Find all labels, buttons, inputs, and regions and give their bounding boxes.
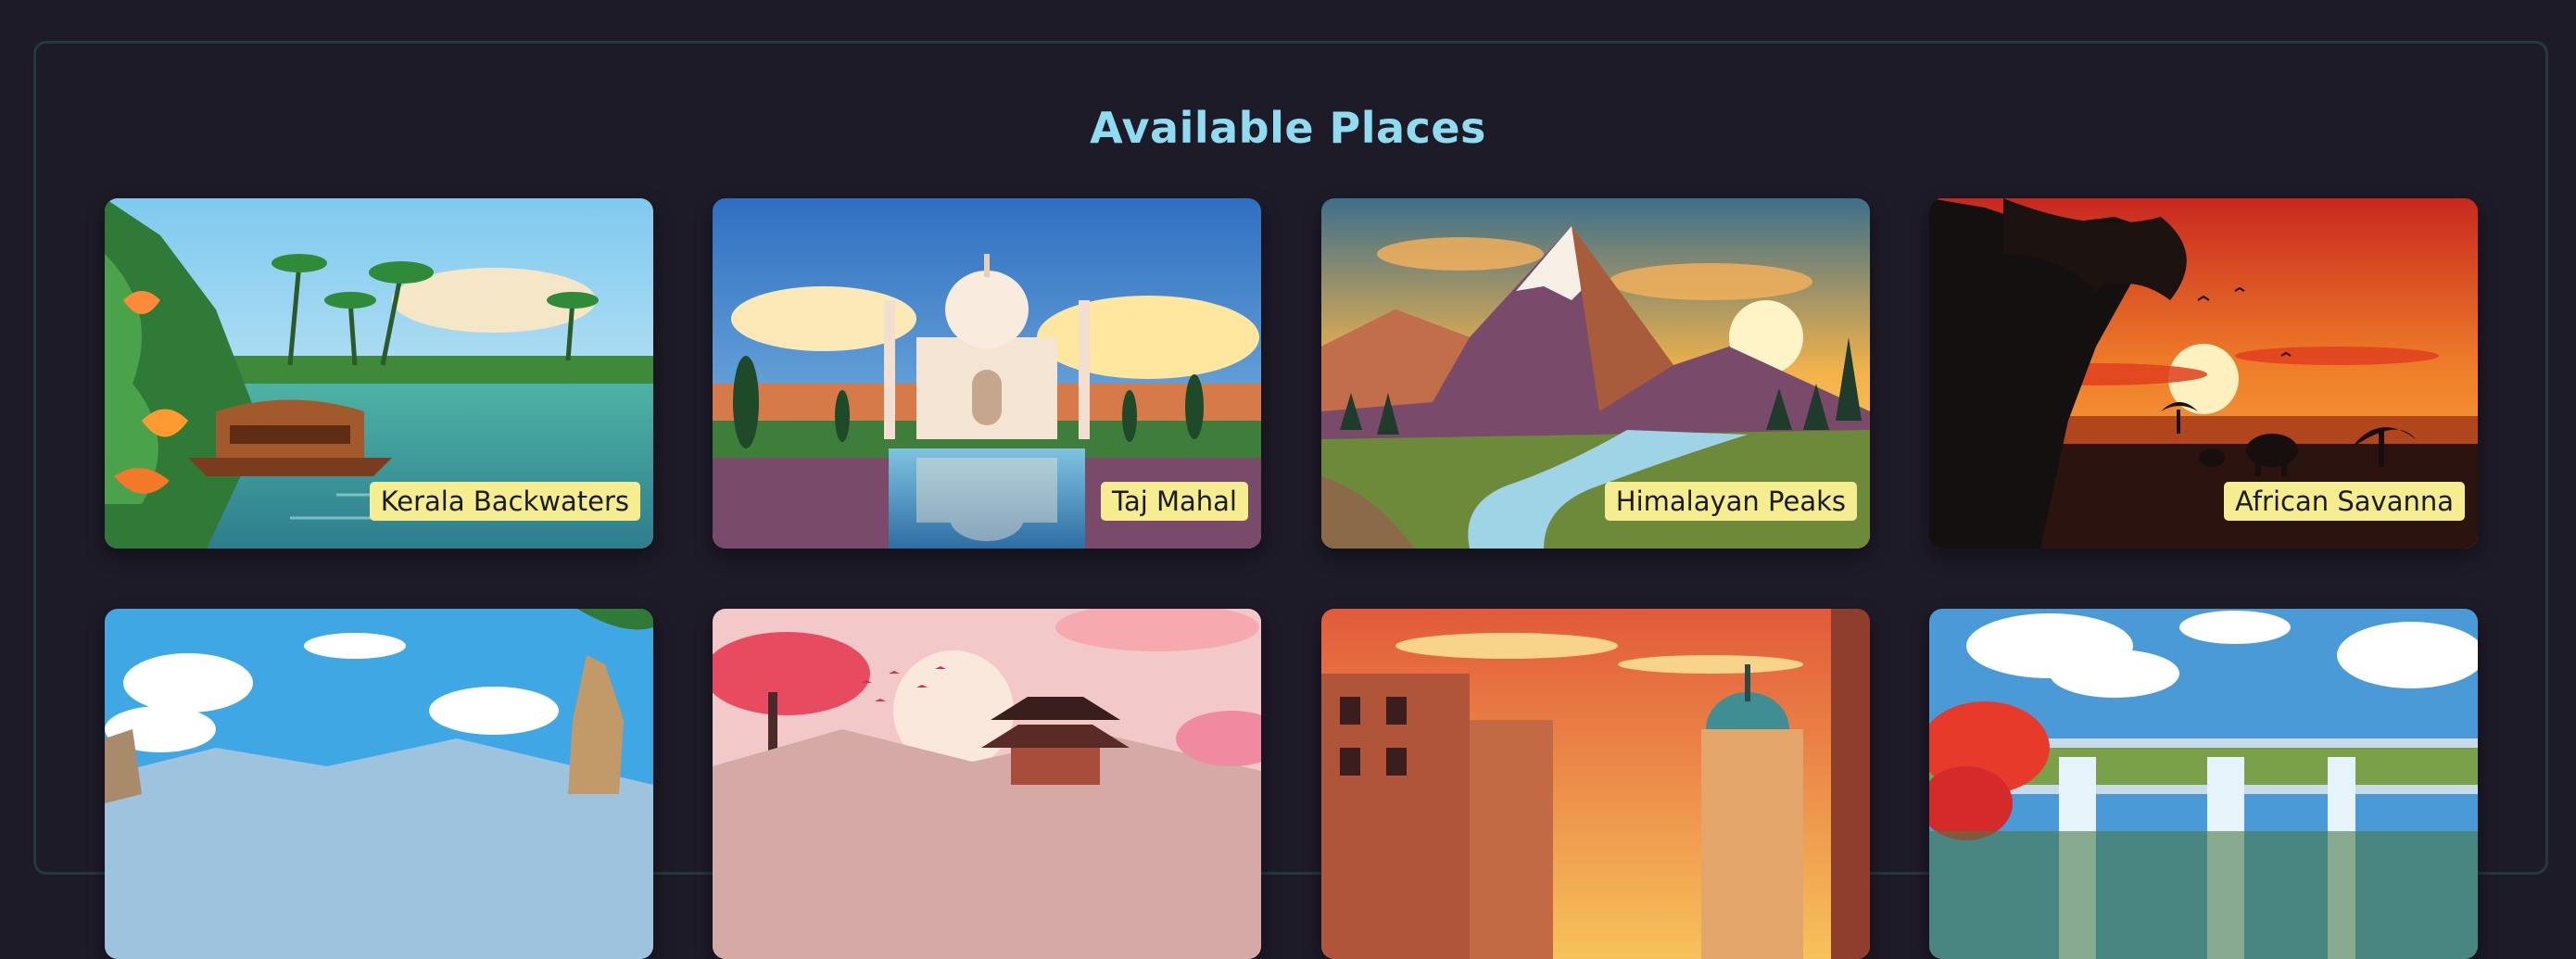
place-card-taj-mahal[interactable]: Taj Mahal [713, 198, 1261, 549]
place-card-african-savanna[interactable]: African Savanna [1929, 198, 2478, 549]
place-label: Kerala Backwaters [369, 482, 640, 521]
waterfall-image [1929, 609, 2478, 959]
place-card-rocky-canyon[interactable] [105, 609, 653, 959]
place-label: African Savanna [2224, 482, 2465, 521]
place-card-himalayan-peaks[interactable]: Himalayan Peaks [1321, 198, 1870, 549]
page-title: Available Places [1090, 102, 1486, 153]
place-card-waterfall[interactable] [1929, 609, 2478, 959]
place-label: Himalayan Peaks [1604, 482, 1857, 521]
place-card-venice-city[interactable] [1321, 609, 1870, 959]
japanese-pagoda-image [713, 609, 1261, 959]
place-label: Taj Mahal [1101, 482, 1248, 521]
place-card-kerala-backwaters[interactable]: Kerala Backwaters [105, 198, 653, 549]
venice-city-image [1321, 609, 1870, 959]
rocky-canyon-image [105, 609, 653, 959]
place-card-japanese-pagoda[interactable] [713, 609, 1261, 959]
